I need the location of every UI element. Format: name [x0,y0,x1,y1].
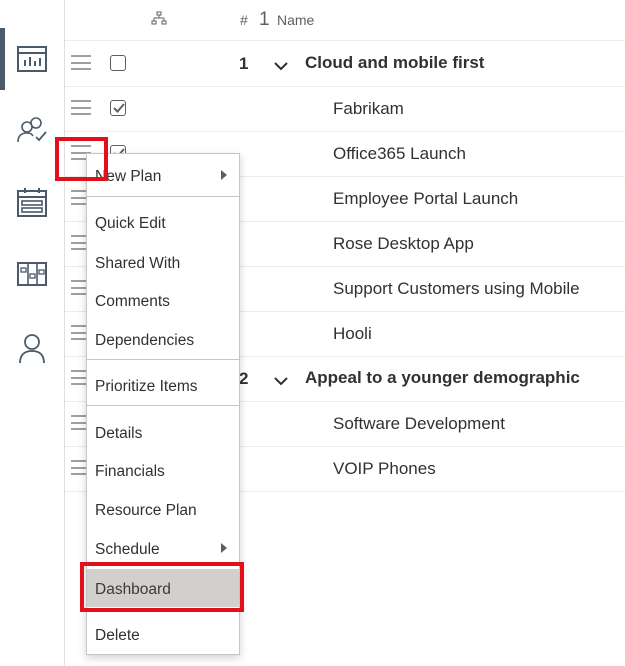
row-title[interactable]: VOIP Phones [333,459,436,479]
menu-item-label: Prioritize Items [95,378,198,395]
row-title[interactable]: Hooli [333,324,372,344]
name-column-header[interactable]: Name [277,12,314,28]
row-title[interactable]: Software Development [333,414,505,434]
menu-item-prioritize-items[interactable]: Prioritize Items [87,366,239,404]
highlight-box-dashboard [80,562,244,612]
menu-divider [87,359,239,360]
left-nav-rail [0,0,65,666]
chevron-down-icon[interactable] [274,373,288,391]
table-row[interactable]: 1 Cloud and mobile first [65,41,625,87]
menu-item-dependencies[interactable]: Dependencies [87,320,239,358]
active-nav-indicator [0,28,5,90]
table-row[interactable]: Fabrikam [65,86,625,132]
row-checkbox[interactable] [110,55,126,71]
drag-handle-icon[interactable] [71,100,91,115]
people-check-icon[interactable] [14,114,50,150]
menu-item-shared-with[interactable]: Shared With [87,243,239,281]
submenu-arrow-icon [221,170,227,180]
menu-item-details[interactable]: Details [87,413,239,451]
row-number: 1 [239,54,249,73]
menu-item-resource-plan[interactable]: Resource Plan [87,490,239,528]
row-title[interactable]: Support Customers using Mobile [333,279,580,299]
row-title[interactable]: Office365 Launch [333,144,466,164]
chevron-down-icon[interactable] [274,58,288,76]
board-icon[interactable] [14,256,50,292]
dashboard-icon[interactable] [14,41,50,77]
row-title[interactable]: Employee Portal Launch [333,189,518,209]
row-title[interactable]: Fabrikam [333,99,404,119]
menu-item-delete[interactable]: Delete [87,615,239,653]
calendar-icon[interactable] [14,184,50,220]
sort-indicator[interactable]: 1 [259,9,270,31]
menu-item-label: Delete [95,627,140,644]
menu-divider [87,405,239,406]
grid-header: # 1 Name [65,0,625,41]
menu-item-comments[interactable]: Comments [87,281,239,319]
row-number: 2 [239,369,249,388]
menu-item-financials[interactable]: Financials [87,451,239,489]
menu-item-label: Quick Edit [95,215,166,232]
hierarchy-icon[interactable] [151,11,167,32]
menu-item-label: Dependencies [95,332,195,349]
person-icon[interactable] [14,330,50,366]
row-title[interactable]: Appeal to a younger demographic [305,368,580,388]
menu-divider [87,196,239,197]
menu-item-quick-edit[interactable]: Quick Edit [87,203,239,241]
menu-item-label: Comments [95,293,170,310]
menu-item-label: Schedule [95,541,160,558]
number-column-header[interactable]: # [240,12,248,28]
menu-item-label: Details [95,425,143,442]
row-checkbox[interactable] [110,100,126,116]
row-title[interactable]: Rose Desktop App [333,234,474,254]
menu-item-label: Shared With [95,255,181,272]
submenu-arrow-icon [221,543,227,553]
menu-item-label: Financials [95,463,165,480]
menu-item-label: Resource Plan [95,502,197,519]
highlight-box-drag-handle [55,137,108,181]
menu-item-new-plan[interactable]: New Plan [87,156,239,194]
row-title[interactable]: Cloud and mobile first [305,53,484,73]
drag-handle-icon[interactable] [71,55,91,70]
